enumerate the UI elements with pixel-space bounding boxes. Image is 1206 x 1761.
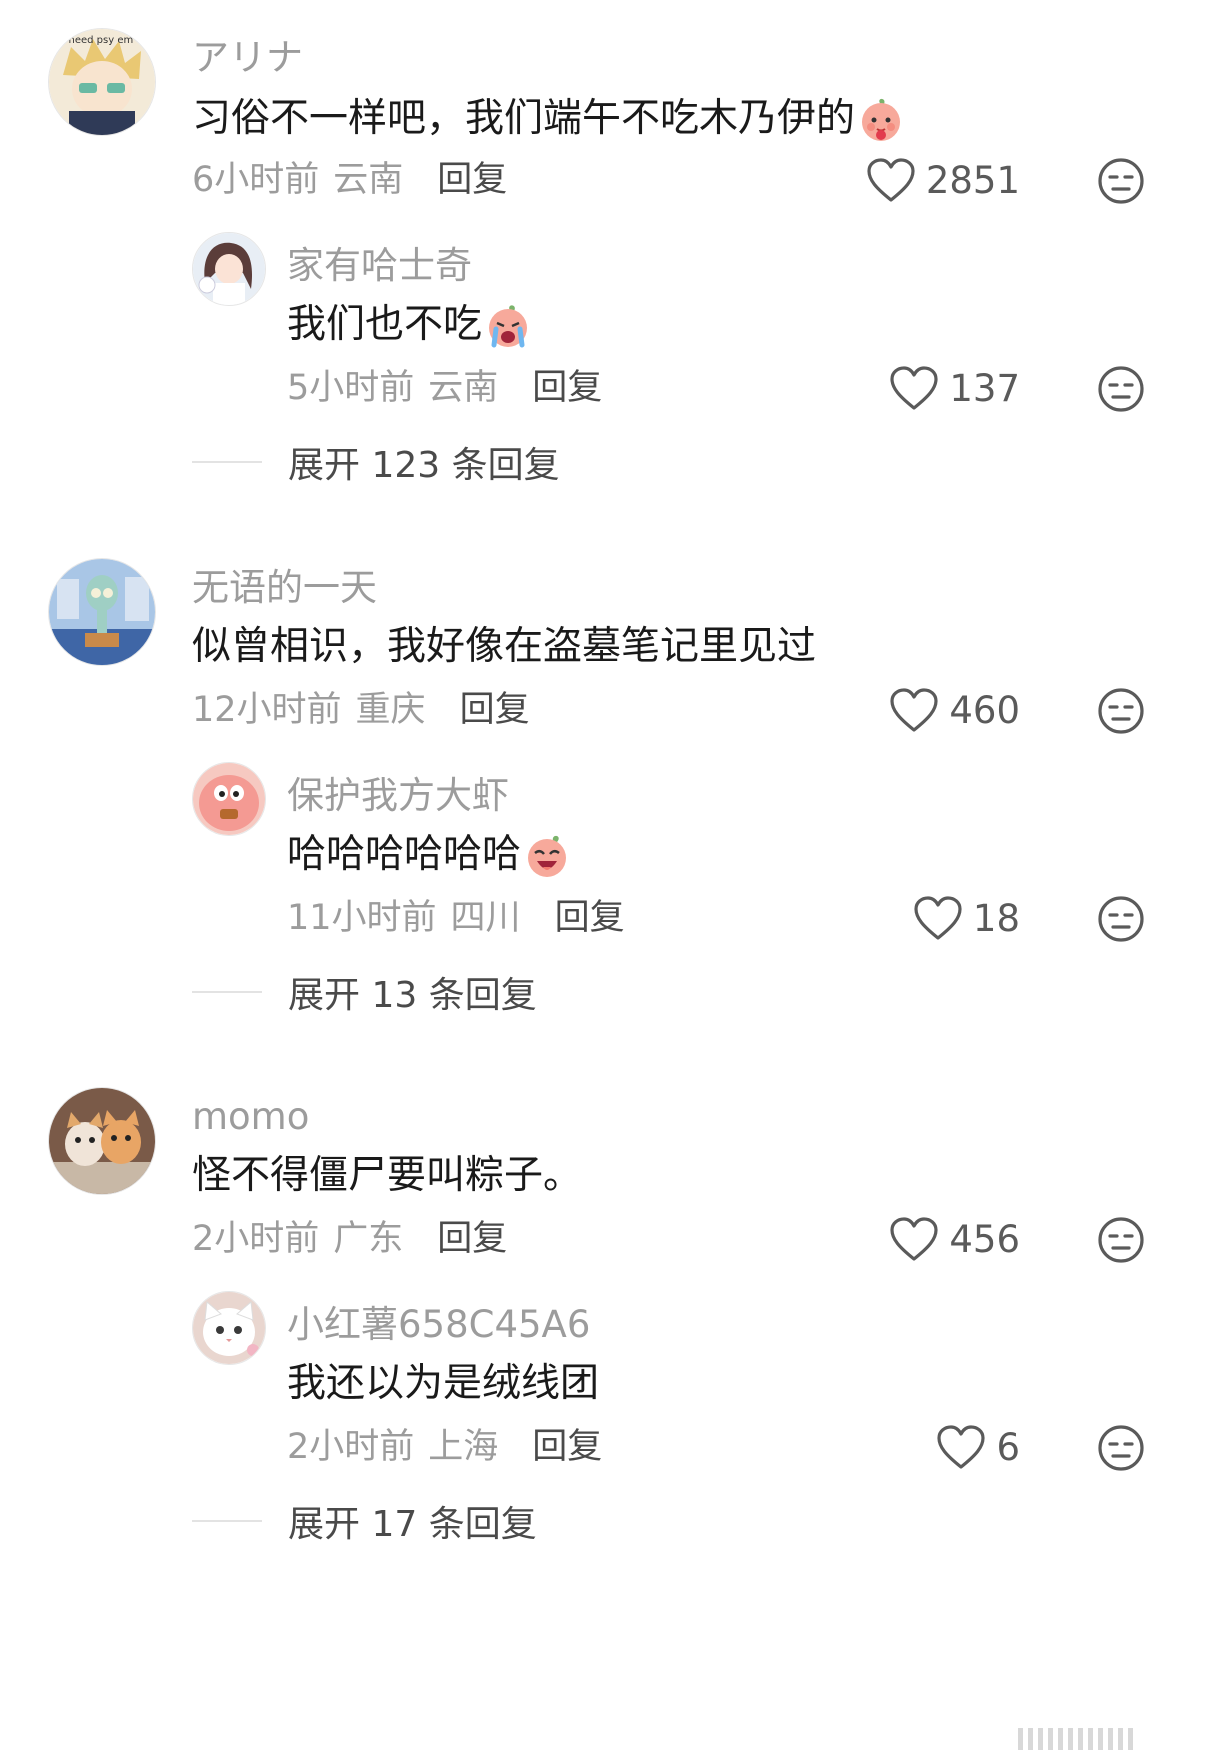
comment-username[interactable]: 无语的一天 [192, 566, 377, 610]
heart-icon [890, 688, 938, 732]
patrick-avatar-icon [193, 763, 265, 835]
reply-location: 上海 [428, 1427, 499, 1467]
expand-replies-label: 展开 13 条回复 [288, 975, 537, 1016]
comment-text-body: 似曾相识，我好像在盗墓笔记里见过 [192, 624, 817, 669]
comment-username[interactable]: momo [192, 1095, 309, 1139]
comment-text: 习俗不一样吧，我们端午不吃木乃伊的 [192, 94, 905, 144]
comment-text: 怪不得僵尸要叫粽子。 [192, 1151, 582, 1201]
expand-replies-label: 展开 17 条回复 [288, 1504, 537, 1545]
heart-icon [867, 158, 915, 202]
expand-replies-label: 展开 123 条回复 [288, 445, 560, 486]
dislike-button[interactable] [1096, 1215, 1146, 1265]
meh-face-icon [1098, 688, 1144, 734]
heart-icon [914, 896, 962, 940]
meh-face-icon [1098, 896, 1144, 942]
comment-text-body: 怪不得僵尸要叫粽子。 [192, 1153, 583, 1198]
like-button[interactable]: 137 [889, 366, 1020, 412]
peach-laughing-emoji-icon [523, 831, 571, 879]
anime-girl-avatar-icon [193, 233, 265, 305]
peach-crying-emoji-icon [484, 301, 532, 349]
dislike-button[interactable] [1096, 894, 1146, 944]
comment-location: 云南 [333, 160, 404, 200]
like-button[interactable]: 460 [889, 688, 1020, 734]
heart-icon [890, 366, 938, 410]
dislike-button[interactable] [1096, 686, 1146, 736]
like-count: 18 [972, 897, 1020, 940]
reply-username[interactable]: 家有哈士奇 [287, 244, 472, 288]
like-button[interactable]: 456 [889, 1217, 1020, 1263]
like-button[interactable]: 18 [913, 896, 1020, 942]
heart-icon [937, 1425, 986, 1469]
reply-text: 我们也不吃 [287, 300, 532, 350]
reply-avatar[interactable] [192, 762, 266, 836]
like-count: 460 [949, 689, 1020, 732]
reply-time: 11小时前 [287, 898, 437, 938]
like-count: 2851 [925, 159, 1020, 202]
reply-text-body: 我们也不吃 [287, 302, 483, 347]
reply-button[interactable]: 回复 [460, 688, 530, 732]
reply-avatar[interactable] [192, 1291, 266, 1365]
white-cat-avatar-icon [193, 1292, 265, 1364]
divider-line [192, 1520, 262, 1522]
comment-time: 2小时前 [192, 1219, 320, 1259]
comment-time: 12小时前 [192, 690, 342, 730]
reply-button[interactable]: 回复 [437, 1217, 507, 1261]
user-avatar[interactable]: u need psy em [48, 28, 156, 136]
expand-replies-button[interactable]: 展开 123 条回复 [192, 436, 560, 488]
like-button[interactable]: 6 [936, 1425, 1020, 1471]
reply-text: 我还以为是绒线团 [287, 1359, 599, 1409]
anime-boy-avatar-icon: u need psy em [49, 29, 155, 135]
comment-location: 重庆 [355, 690, 426, 730]
svg-text:u need psy em: u need psy em [59, 35, 133, 46]
reply-location: 云南 [428, 368, 499, 408]
like-count: 137 [949, 367, 1020, 410]
reply-time: 2小时前 [287, 1427, 415, 1467]
divider-line [192, 991, 262, 993]
dislike-button[interactable] [1096, 364, 1146, 414]
reply-meta: 2小时前 上海 回复 [287, 1425, 602, 1469]
like-button[interactable]: 2851 [866, 158, 1020, 204]
reply-meta: 11小时前 四川 回复 [287, 896, 625, 940]
reply-meta: 5小时前 云南 回复 [287, 366, 602, 410]
comment-username[interactable]: アリナ [192, 36, 303, 80]
heart-icon [890, 1217, 938, 1261]
user-avatar[interactable] [48, 558, 156, 666]
watermark-bars [1018, 1728, 1188, 1750]
meh-face-icon [1098, 1425, 1144, 1471]
meh-face-icon [1098, 158, 1144, 204]
dislike-button[interactable] [1096, 1423, 1146, 1473]
user-avatar[interactable] [48, 1087, 156, 1195]
comment-text-body: 习俗不一样吧，我们端午不吃木乃伊的 [192, 96, 856, 141]
reply-button[interactable]: 回复 [555, 896, 625, 940]
kittens-avatar-icon [49, 1088, 155, 1194]
reply-username[interactable]: 保护我方大虾 [287, 774, 509, 818]
meh-face-icon [1098, 1217, 1144, 1263]
meh-face-icon [1098, 366, 1144, 412]
reply-button[interactable]: 回复 [532, 366, 602, 410]
reply-button[interactable]: 回复 [437, 158, 507, 202]
comment-meta: 2小时前 广东 回复 [192, 1217, 507, 1261]
comment-location: 广东 [333, 1219, 404, 1259]
comment-text: 似曾相识，我好像在盗墓笔记里见过 [192, 622, 816, 672]
reply-location: 四川 [450, 898, 521, 938]
like-count: 6 [996, 1426, 1020, 1469]
divider-line [192, 461, 262, 463]
peach-shy-emoji-icon [857, 95, 905, 143]
expand-replies-button[interactable]: 展开 13 条回复 [192, 966, 537, 1018]
dislike-button[interactable] [1096, 156, 1146, 206]
like-count: 456 [949, 1218, 1020, 1261]
expand-replies-button[interactable]: 展开 17 条回复 [192, 1495, 537, 1547]
reply-avatar[interactable] [192, 232, 266, 306]
comment-time: 6小时前 [192, 160, 320, 200]
reply-text: 哈哈哈哈哈哈 [287, 830, 571, 880]
reply-button[interactable]: 回复 [532, 1425, 602, 1469]
squidward-avatar-icon [49, 559, 155, 665]
comment-meta: 6小时前 云南 回复 [192, 158, 507, 202]
reply-text-body: 我还以为是绒线团 [287, 1361, 600, 1406]
comment-meta: 12小时前 重庆 回复 [192, 688, 530, 732]
reply-time: 5小时前 [287, 368, 415, 408]
reply-text-body: 哈哈哈哈哈哈 [287, 832, 522, 877]
reply-username[interactable]: 小红薯658C45A6 [287, 1303, 590, 1347]
